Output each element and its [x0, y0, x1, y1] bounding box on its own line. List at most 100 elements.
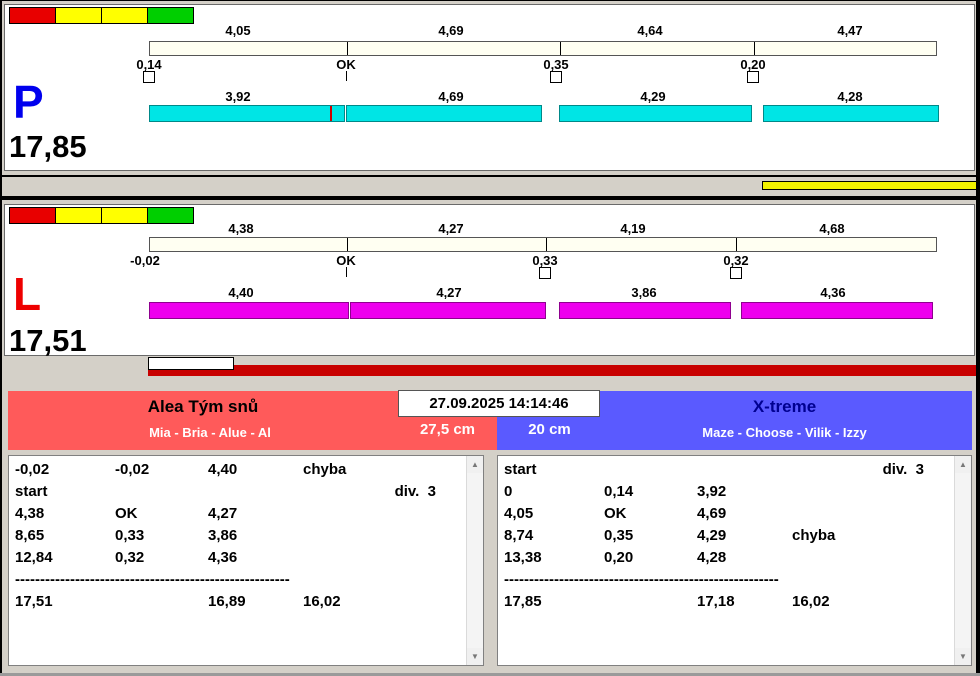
- log-cell: 0,14: [604, 483, 634, 500]
- lane-l-fault-checkbox-4[interactable]: [730, 267, 742, 279]
- lane-l-dog-time-2: 4,27: [436, 285, 462, 300]
- lane-p-fault-checkbox-1[interactable]: [143, 71, 155, 83]
- log-cell: 4,38: [15, 505, 45, 522]
- datetime-display: 27.09.2025 14:14:46: [398, 390, 600, 417]
- run-log-left[interactable]: -0,02 -0,02 4,40 chyba start div. 3 4,38 OK 4,27…: [8, 455, 484, 666]
- log-cell: 8,74: [504, 527, 534, 544]
- log-cell: 13,38: [504, 549, 542, 566]
- light-red-segment: [10, 208, 55, 223]
- lane-p-split-scale: [149, 41, 937, 56]
- light-yellow-segment-1: [55, 8, 101, 23]
- run-log-left-scrollbar[interactable]: ▲ ▼: [466, 456, 483, 665]
- lane-l-ok-tick: [346, 267, 347, 277]
- team-left-members: Mia - Bria - Alue - Al: [149, 425, 271, 440]
- log-cell: 17,85: [504, 593, 542, 610]
- log-cell: [604, 591, 697, 613]
- log-cell: 4,05: [504, 505, 534, 522]
- scale-tick: [347, 238, 348, 251]
- log-cell: OK: [604, 505, 627, 522]
- divider-yellow-bar: [762, 181, 980, 190]
- log-row: 17,51 16,89 16,02: [15, 591, 466, 613]
- lane-l-letter: L: [13, 268, 42, 320]
- light-yellow-segment-2: [101, 8, 147, 23]
- log-cell: [303, 481, 393, 503]
- team-right-name: X-treme: [752, 397, 817, 416]
- lane-p-dog-time-3: 4,29: [640, 89, 666, 104]
- run-log-right-scrollbar[interactable]: ▲ ▼: [954, 456, 971, 665]
- light-yellow-segment-2: [101, 208, 147, 223]
- flyball-timing-window: { "colors": { "window_bg": "#d4d0c8", "p…: [0, 0, 980, 676]
- lane-l-cross-4: 0,32: [723, 253, 749, 268]
- lane-l-scale-split-1: 4,38: [228, 221, 254, 236]
- lane-p-time-bar-2: [346, 105, 542, 122]
- lane-l-time-bar-3: [559, 302, 731, 319]
- lane-p-total-time: 17,85: [9, 129, 87, 164]
- log-cell: 4,36: [208, 549, 238, 566]
- run-log-right[interactable]: start div. 3 0 0,14 3,92 4,05 OK 4,69 8,74 0,35 4,…: [497, 455, 972, 666]
- log-cell: -0,02: [115, 461, 150, 478]
- lane-l-fault-checkbox-3[interactable]: [539, 267, 551, 279]
- lane-p-time-bar-1: [149, 105, 345, 122]
- lane-p-cross-2: OK: [336, 57, 356, 72]
- lane-p-scale-split-2: 4,69: [438, 23, 464, 38]
- lane-l-dog-time-3: 3,86: [631, 285, 657, 300]
- run-log-left-content: -0,02 -0,02 4,40 chyba start div. 3 4,38 OK 4,27…: [9, 459, 466, 665]
- lane-l-cross-3: 0,33: [532, 253, 558, 268]
- lane-l-scale-split-4: 4,68: [819, 221, 845, 236]
- team-right-members: Maze - Choose - Vilik - Izzy: [702, 425, 867, 440]
- lane-p-ok-tick: [346, 71, 347, 81]
- lane-p-dog-time-1: 3,92: [225, 89, 251, 104]
- log-row: 4,05 OK 4,69: [504, 503, 954, 525]
- log-cell: [882, 525, 954, 547]
- scroll-down-icon[interactable]: ▼: [467, 648, 483, 665]
- log-cell: 8,65: [15, 527, 45, 544]
- log-cell: [115, 481, 208, 503]
- log-cell: 16,02: [303, 593, 341, 610]
- log-cell: 0,32: [115, 549, 145, 566]
- lane-p-scale-split-3: 4,64: [637, 23, 663, 38]
- log-cell: [303, 525, 393, 547]
- log-cell: chyba: [792, 527, 836, 544]
- log-cell: [393, 503, 466, 525]
- lane-l-dog-time-1: 4,40: [228, 285, 254, 300]
- log-row: 4,38 OK 4,27: [15, 503, 466, 525]
- light-green-segment: [147, 8, 193, 23]
- lane-p-dog-time-2: 4,69: [438, 89, 464, 104]
- scale-tick: [546, 238, 547, 251]
- lane-p-fault-checkbox-3[interactable]: [550, 71, 562, 83]
- lane-p-fault-checkbox-4[interactable]: [747, 71, 759, 83]
- team-right-jump-height: 20 cm: [528, 421, 571, 438]
- run-log-right-content: start div. 3 0 0,14 3,92 4,05 OK 4,69 8,74 0,35 4,…: [498, 459, 954, 665]
- log-cell: 12,84: [15, 549, 53, 566]
- log-cell: 17,18: [697, 593, 735, 610]
- log-cell: [882, 503, 954, 525]
- lane-p-bar-marker: [330, 106, 332, 121]
- lane-l-cross-1: -0,02: [130, 253, 160, 268]
- log-row: start div. 3: [15, 481, 466, 503]
- log-cell: [393, 547, 466, 569]
- lane-p-cross-3: 0,35: [543, 57, 569, 72]
- divider-line-bottom: [0, 196, 980, 200]
- scroll-up-icon[interactable]: ▲: [955, 456, 971, 473]
- log-cell: 0: [504, 483, 513, 500]
- divider-line-top: [0, 175, 980, 177]
- log-cell: [393, 591, 466, 613]
- log-cell: [882, 591, 954, 613]
- log-cell: 17,51: [15, 593, 53, 610]
- log-cell: [697, 459, 792, 481]
- log-cell: 0,35: [604, 527, 634, 544]
- log-row: 8,65 0,33 3,86: [15, 525, 466, 547]
- lane-l-scale-split-2: 4,27: [438, 221, 464, 236]
- log-cell: [393, 525, 466, 547]
- lane-p-time-bar-3: [559, 105, 752, 122]
- log-cell: 16,02: [792, 593, 830, 610]
- scroll-down-icon[interactable]: ▼: [955, 648, 971, 665]
- scroll-up-icon[interactable]: ▲: [467, 456, 483, 473]
- log-cell: 3,92: [697, 483, 727, 500]
- log-row: ----------------------------------------…: [15, 571, 290, 588]
- team-left-name: Alea Tým snů: [147, 397, 259, 416]
- lane-l-split-scale: [149, 237, 937, 252]
- log-row: 12,84 0,32 4,36: [15, 547, 466, 569]
- log-cell: [303, 547, 393, 569]
- log-row: 17,85 17,18 16,02: [504, 591, 954, 613]
